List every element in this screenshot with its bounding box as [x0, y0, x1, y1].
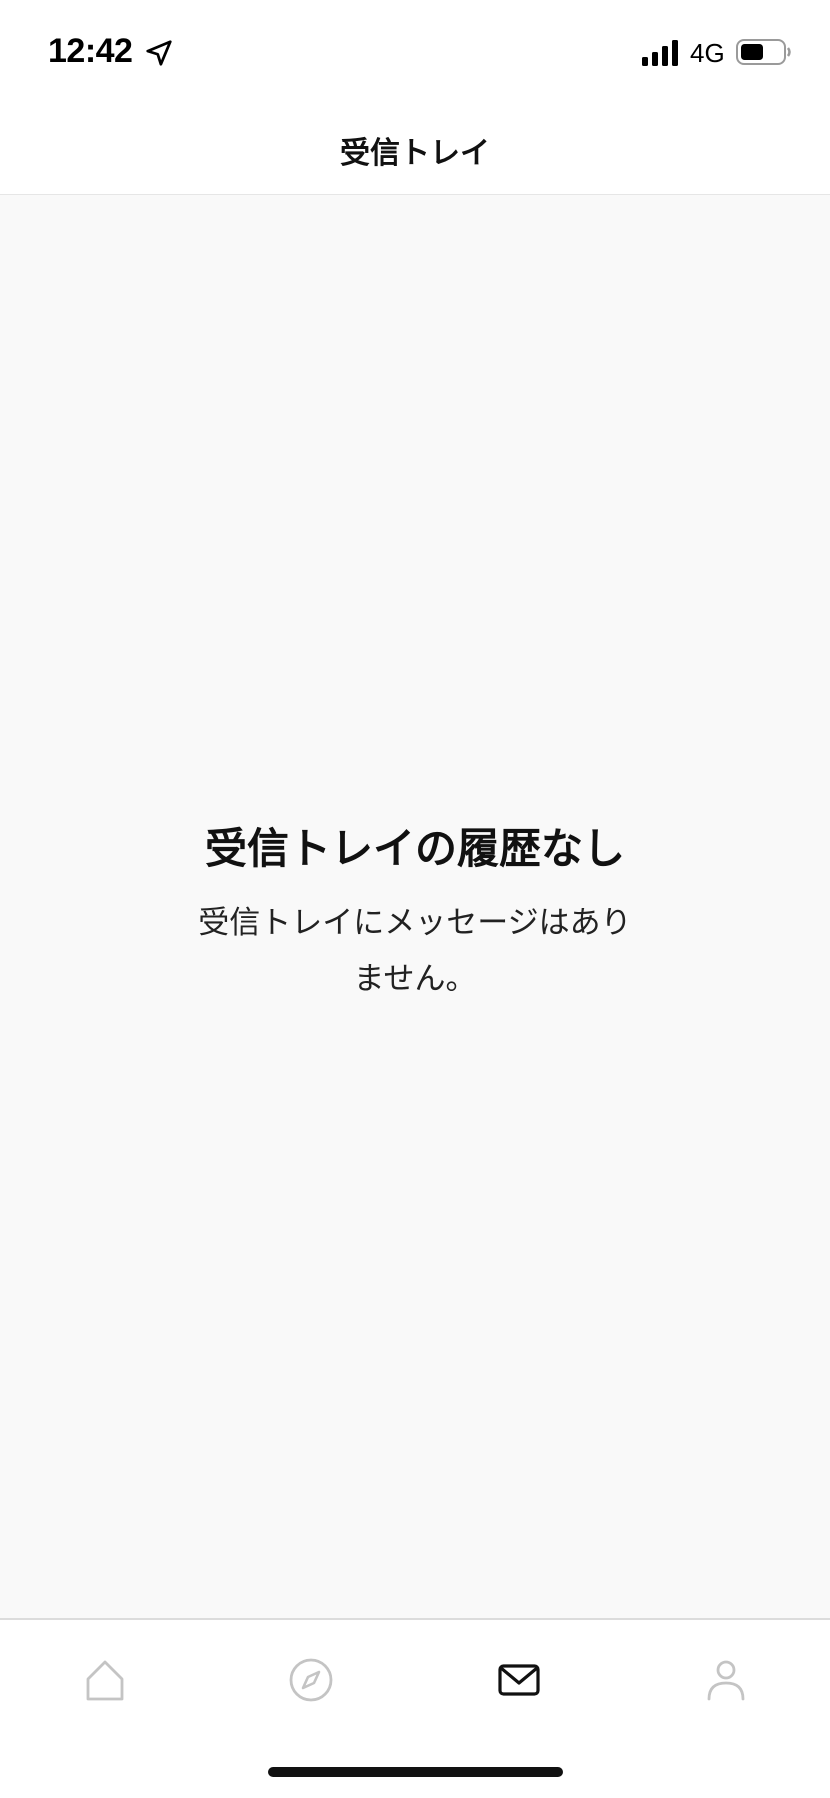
network-type: 4G: [690, 38, 725, 68]
battery-icon: [736, 39, 791, 65]
page-title: 受信トレイ: [340, 136, 490, 171]
empty-state-message: 受信トレイにメッセージはあり ません。: [165, 895, 665, 1007]
tab-profile[interactable]: [696, 1650, 756, 1710]
tab-home[interactable]: [75, 1650, 135, 1710]
tab-explore[interactable]: [281, 1650, 341, 1710]
tab-inbox[interactable]: [489, 1650, 549, 1710]
status-bar: 12:42 4G: [0, 0, 830, 100]
empty-state-message-line1: 受信トレイにメッセージはあり: [198, 905, 632, 941]
home-indicator: [268, 1767, 563, 1777]
status-time: 12:42: [48, 32, 133, 70]
location-arrow-icon: [146, 40, 172, 66]
inbox-content: 受信トレイの履歴なし 受信トレイにメッセージはあり ません。: [0, 195, 830, 1618]
tab-bar: [0, 1618, 830, 1798]
cellular-signal-icon: [642, 40, 678, 66]
home-icon: [86, 1660, 124, 1701]
empty-state-title: 受信トレイの履歴なし: [204, 824, 625, 873]
empty-state-message-line2: ません。: [353, 961, 477, 997]
person-icon: [707, 1660, 745, 1701]
compass-icon: [289, 1658, 333, 1702]
envelope-icon: [498, 1664, 540, 1696]
navigation-bar: 受信トレイ: [0, 100, 830, 195]
